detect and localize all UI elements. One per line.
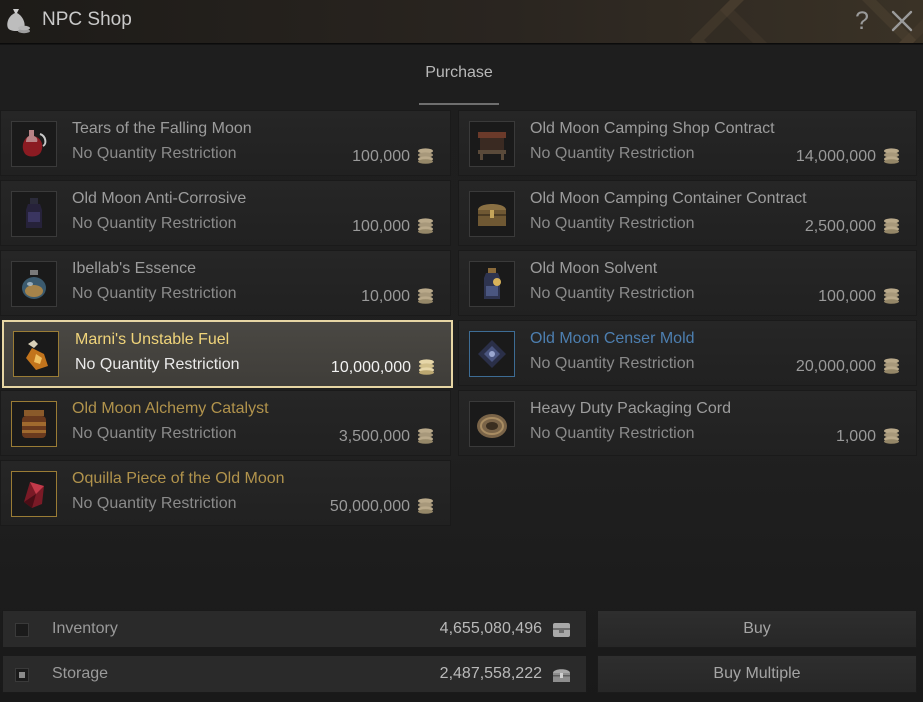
tab-purchase[interactable]: Purchase xyxy=(419,64,499,104)
inventory-label: Inventory xyxy=(52,620,118,637)
storage-checkbox[interactable] xyxy=(15,668,29,682)
item-quantity: No Quantity Restriction xyxy=(530,145,695,162)
buy-button[interactable]: Buy xyxy=(597,610,917,648)
shop-item-oquilla-piece-of-the-old-moon[interactable]: Oquilla Piece of the Old Moon No Quantit… xyxy=(0,460,451,526)
title-bar: NPC Shop ? xyxy=(0,0,923,44)
item-icon-slot xyxy=(469,261,515,307)
item-quantity: No Quantity Restriction xyxy=(72,425,237,442)
item-price: 1,000 xyxy=(835,428,876,445)
item-quantity: No Quantity Restriction xyxy=(530,425,695,442)
payment-source-storage[interactable]: Storage 2,487,558,222 xyxy=(2,655,587,693)
help-button[interactable]: ? xyxy=(851,6,873,36)
item-name: Old Moon Anti-Corrosive xyxy=(72,190,247,207)
item-quantity: No Quantity Restriction xyxy=(530,215,695,232)
item-name: Old Moon Camping Shop Contract xyxy=(530,120,775,137)
fuel-flask-icon xyxy=(14,332,58,376)
item-quantity: No Quantity Restriction xyxy=(72,495,237,512)
item-icon-slot xyxy=(11,191,57,237)
money-bag-icon xyxy=(7,9,30,34)
item-price: 3,500,000 xyxy=(338,428,410,445)
item-icon-slot xyxy=(13,331,59,377)
silver-coins-icon xyxy=(884,148,899,164)
shop-item-tears-of-the-falling-moon[interactable]: Tears of the Falling Moon No Quantity Re… xyxy=(0,110,451,176)
essence-jar-icon xyxy=(12,262,56,306)
silver-coins-icon xyxy=(884,428,899,444)
item-price: 50,000,000 xyxy=(329,498,410,515)
shop-stall-icon xyxy=(470,122,514,166)
silver-coins-icon xyxy=(418,428,433,444)
shop-item-old-moon-solvent[interactable]: Old Moon Solvent No Quantity Restriction… xyxy=(458,250,917,316)
silver-coins-icon xyxy=(884,358,899,374)
silver-coins-icon xyxy=(418,498,433,514)
silver-coins-icon xyxy=(884,288,899,304)
item-icon-slot xyxy=(11,401,57,447)
payment-source-inventory[interactable]: Inventory 4,655,080,496 xyxy=(2,610,587,648)
item-icon-slot xyxy=(11,121,57,167)
item-name: Old Moon Alchemy Catalyst xyxy=(72,400,269,417)
shop-item-old-moon-camping-shop-contract[interactable]: Old Moon Camping Shop Contract No Quanti… xyxy=(458,110,917,176)
silver-coins-icon xyxy=(884,218,899,234)
catalyst-jar-icon xyxy=(12,402,56,446)
shop-item-heavy-duty-packaging-cord[interactable]: Heavy Duty Packaging Cord No Quantity Re… xyxy=(458,390,917,456)
item-price: 100,000 xyxy=(818,288,876,305)
item-quantity: No Quantity Restriction xyxy=(530,285,695,302)
item-icon-slot xyxy=(11,471,57,517)
item-quantity: No Quantity Restriction xyxy=(72,215,237,232)
inventory-amount: 4,655,080,496 xyxy=(439,620,542,637)
dark-bottle-icon xyxy=(12,192,56,236)
shop-item-marnis-unstable-fuel[interactable]: Marni's Unstable Fuel No Quantity Restri… xyxy=(2,320,453,388)
storage-chest-icon xyxy=(553,669,570,682)
potion-red-icon xyxy=(12,122,56,166)
item-name: Old Moon Censer Mold xyxy=(530,330,695,347)
shop-item-old-moon-alchemy-catalyst[interactable]: Old Moon Alchemy Catalyst No Quantity Re… xyxy=(0,390,451,456)
storage-amount: 2,487,558,222 xyxy=(439,665,542,682)
item-icon-slot xyxy=(469,401,515,447)
item-name: Old Moon Solvent xyxy=(530,260,658,277)
silver-coins-icon xyxy=(418,218,433,234)
window-title: NPC Shop xyxy=(42,9,132,30)
close-icon[interactable] xyxy=(889,7,915,35)
item-price: 2,500,000 xyxy=(804,218,876,235)
item-icon-slot xyxy=(469,331,515,377)
buy-multiple-button[interactable]: Buy Multiple xyxy=(597,655,917,693)
silver-coins-icon xyxy=(418,288,433,304)
shop-item-ibellabs-essence[interactable]: Ibellab's Essence No Quantity Restrictio… xyxy=(0,250,451,316)
item-icon-slot xyxy=(469,191,515,237)
item-icon-slot xyxy=(11,261,57,307)
item-price: 100,000 xyxy=(352,218,410,235)
item-name: Marni's Unstable Fuel xyxy=(75,331,230,348)
item-name: Oquilla Piece of the Old Moon xyxy=(72,470,285,487)
tab-active-indicator xyxy=(419,103,499,105)
shop-item-old-moon-censer-mold[interactable]: Old Moon Censer Mold No Quantity Restric… xyxy=(458,320,917,386)
shop-item-old-moon-camping-container-contract[interactable]: Old Moon Camping Container Contract No Q… xyxy=(458,180,917,246)
rope-coil-icon xyxy=(470,402,514,446)
chest-icon xyxy=(470,192,514,236)
item-quantity: No Quantity Restriction xyxy=(72,285,237,302)
censer-mold-icon xyxy=(470,332,514,376)
item-price: 100,000 xyxy=(352,148,410,165)
silver-coins-icon xyxy=(419,359,434,375)
item-quantity: No Quantity Restriction xyxy=(530,355,695,372)
item-price: 20,000,000 xyxy=(795,358,876,375)
item-name: Heavy Duty Packaging Cord xyxy=(530,400,731,417)
item-quantity: No Quantity Restriction xyxy=(75,356,240,373)
inventory-bag-icon xyxy=(553,623,570,637)
item-name: Ibellab's Essence xyxy=(72,260,197,277)
item-icon-slot xyxy=(469,121,515,167)
shop-item-old-moon-anti-corrosive[interactable]: Old Moon Anti-Corrosive No Quantity Rest… xyxy=(0,180,451,246)
solvent-bottle-icon xyxy=(470,262,514,306)
silver-coins-icon xyxy=(418,148,433,164)
crystal-shard-icon xyxy=(12,472,56,516)
inventory-checkbox[interactable] xyxy=(15,623,29,637)
item-price: 14,000,000 xyxy=(795,148,876,165)
item-name: Tears of the Falling Moon xyxy=(72,120,252,137)
item-price: 10,000 xyxy=(361,288,410,305)
item-price: 10,000,000 xyxy=(330,359,411,376)
item-name: Old Moon Camping Container Contract xyxy=(530,190,807,207)
item-quantity: No Quantity Restriction xyxy=(72,145,237,162)
storage-label: Storage xyxy=(52,665,109,682)
